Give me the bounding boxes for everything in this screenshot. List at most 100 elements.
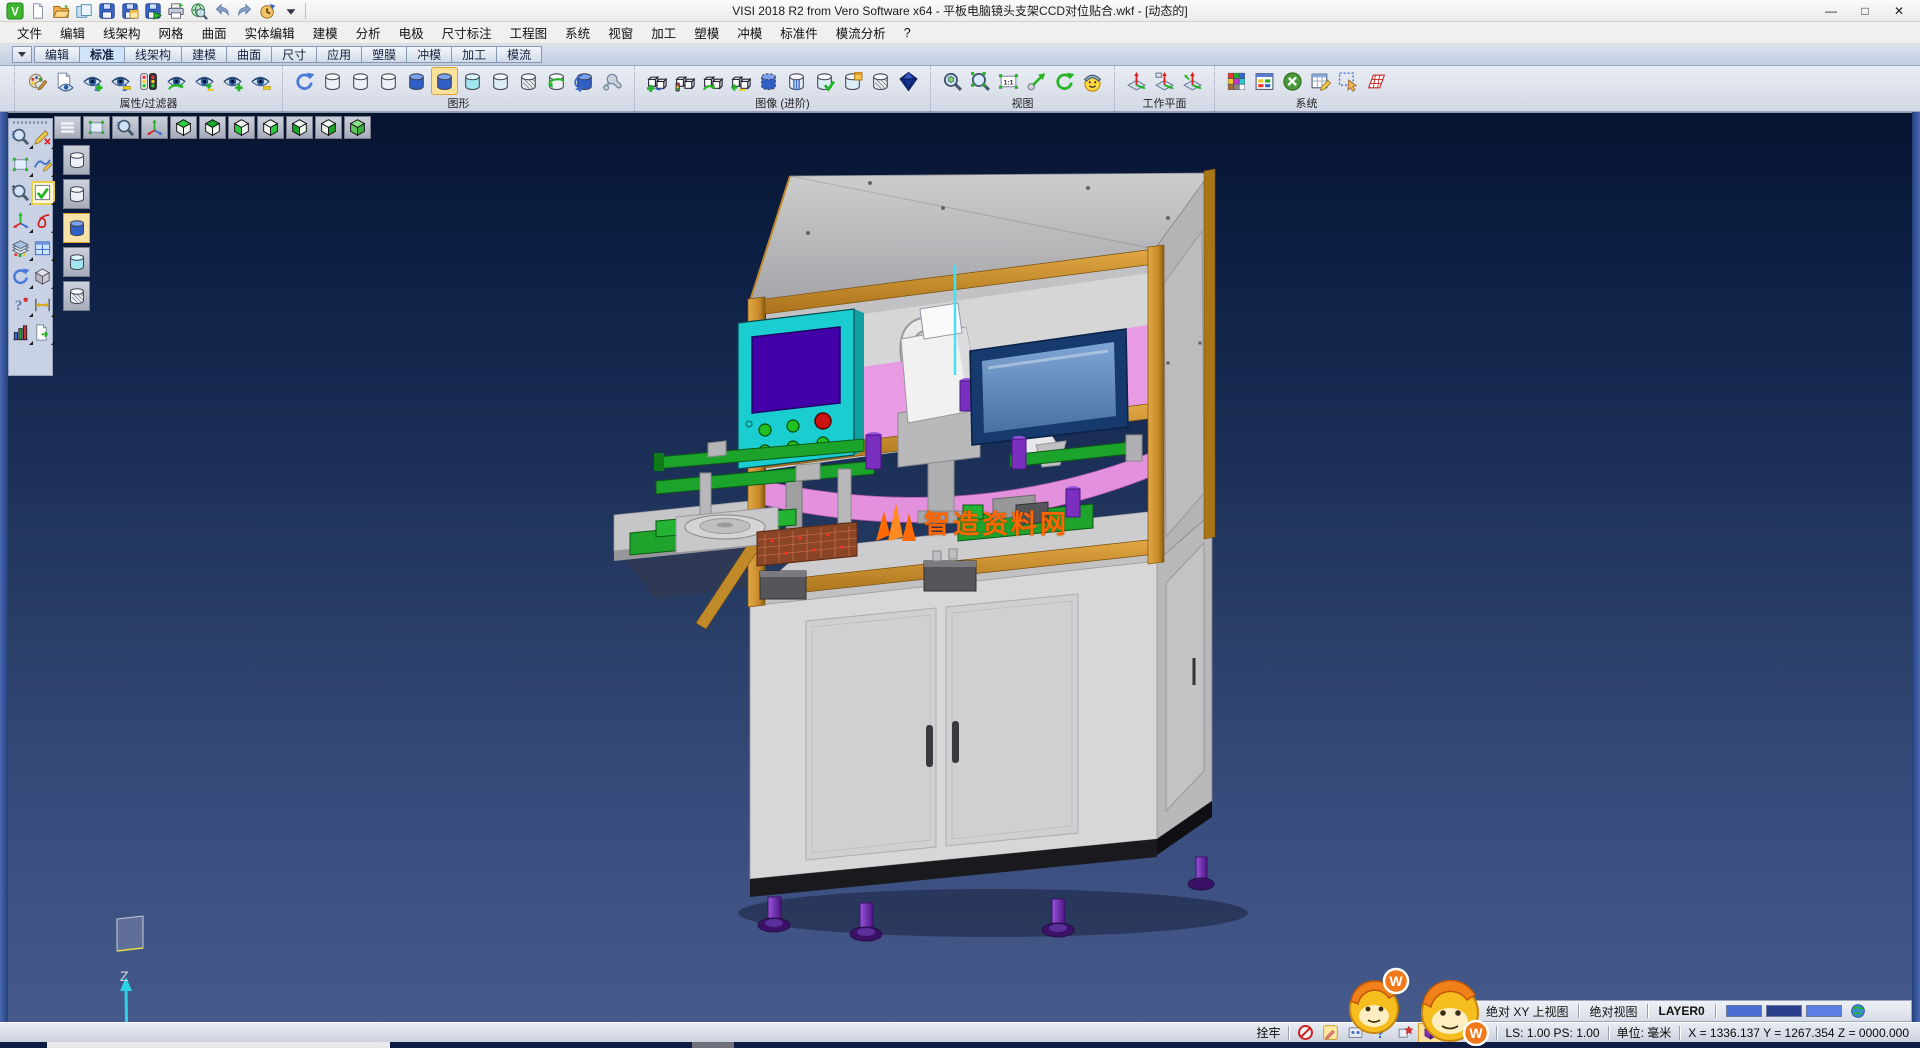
view-bottom[interactable] xyxy=(199,116,226,139)
lock-toggle-button[interactable]: 拴牢 xyxy=(1253,1024,1283,1041)
measure-tool[interactable] xyxy=(33,295,53,315)
show-triad[interactable] xyxy=(141,116,168,139)
dynamic-rotate[interactable] xyxy=(11,211,31,231)
menu-item[interactable]: 尺寸标注 xyxy=(433,20,501,45)
print-button[interactable] xyxy=(165,1,186,21)
layer-color-swatch[interactable] xyxy=(1766,1005,1802,1017)
tab-item[interactable]: 编辑 xyxy=(34,46,79,63)
save-as-button[interactable] xyxy=(119,1,140,21)
undo-button[interactable] xyxy=(211,1,232,21)
tab-item[interactable]: 线架构 xyxy=(124,46,181,63)
globe-icon[interactable] xyxy=(1847,1002,1869,1020)
zoom-window[interactable] xyxy=(968,68,993,94)
menu-item[interactable]: 线架构 xyxy=(94,20,150,45)
tab-item[interactable]: 冲模 xyxy=(406,46,451,63)
menu-item[interactable]: 曲面 xyxy=(193,20,236,45)
menu-item[interactable]: 标准件 xyxy=(771,20,827,45)
menu-item[interactable]: 建模 xyxy=(304,20,347,45)
workplane-entity[interactable] xyxy=(1152,68,1177,94)
style-shaded[interactable] xyxy=(63,213,90,243)
open-file-button[interactable] xyxy=(50,1,71,21)
layer-color-swatch[interactable] xyxy=(1726,1005,1762,1017)
tab-item[interactable]: 加工 xyxy=(451,46,496,63)
regenerate-graphics[interactable] xyxy=(292,68,317,94)
tab-item[interactable]: 应用 xyxy=(316,46,361,63)
tab-item[interactable]: 模流 xyxy=(496,46,542,63)
tab-item[interactable]: 尺寸 xyxy=(271,46,316,63)
solid-preview[interactable] xyxy=(33,267,53,287)
display-settings[interactable] xyxy=(1252,68,1277,94)
maximize-button[interactable]: □ xyxy=(1848,1,1882,21)
advanced-refresh[interactable] xyxy=(700,68,725,94)
menu-item[interactable]: 分析 xyxy=(347,20,390,45)
refresh-view[interactable] xyxy=(1052,68,1077,94)
transparent-style[interactable] xyxy=(460,68,485,94)
invert-visibility[interactable] xyxy=(164,68,189,94)
record-lock[interactable] xyxy=(1294,1024,1316,1042)
solid-dynamic[interactable] xyxy=(756,68,781,94)
flat-style[interactable] xyxy=(488,68,513,94)
new-file-button[interactable] xyxy=(27,1,48,21)
view-right[interactable] xyxy=(257,116,284,139)
attribute-table[interactable] xyxy=(1308,68,1333,94)
view-front[interactable] xyxy=(286,116,313,139)
active-layer-label[interactable]: LAYER0 xyxy=(1658,1004,1704,1018)
redo-button[interactable] xyxy=(234,1,255,21)
dynamic-pan[interactable] xyxy=(1024,68,1049,94)
save-all-button[interactable] xyxy=(142,1,163,21)
color-table[interactable] xyxy=(1224,68,1249,94)
style-wireframe[interactable] xyxy=(63,145,90,175)
shaded-edges-style[interactable] xyxy=(432,68,457,94)
hidden-line-style[interactable] xyxy=(348,68,373,94)
tab-item[interactable]: 曲面 xyxy=(226,46,271,63)
advanced-show[interactable] xyxy=(644,68,669,94)
menu-item[interactable]: 视窗 xyxy=(599,20,642,45)
hide-entities[interactable] xyxy=(108,68,133,94)
hide-all[interactable] xyxy=(248,68,273,94)
shaded-style[interactable] xyxy=(404,68,429,94)
viewport-menu[interactable] xyxy=(54,116,81,139)
edit-sketch[interactable] xyxy=(33,127,53,147)
view-left[interactable] xyxy=(228,116,255,139)
menu-item[interactable]: 文件 xyxy=(8,20,51,45)
zoom-one-to-one[interactable]: 1:1 xyxy=(996,68,1021,94)
solid-reference[interactable] xyxy=(840,68,865,94)
customize-quick-access-button[interactable] xyxy=(280,1,301,21)
tab-overflow-button[interactable] xyxy=(12,46,32,63)
advanced-toggle[interactable] xyxy=(728,68,753,94)
advanced-visibility[interactable] xyxy=(672,68,697,94)
export-view[interactable] xyxy=(33,323,53,343)
close-button[interactable]: ✕ xyxy=(1882,1,1916,21)
show-all[interactable] xyxy=(220,68,245,94)
query-entity[interactable]: ? xyxy=(11,295,31,315)
fit-view[interactable] xyxy=(83,116,110,139)
layer-color-swatch[interactable] xyxy=(1806,1005,1842,1017)
zoom-entity[interactable] xyxy=(940,68,965,94)
view-window[interactable] xyxy=(33,239,53,259)
minimize-button[interactable]: — xyxy=(1814,1,1848,21)
copy-attributes[interactable] xyxy=(52,68,77,94)
menu-item[interactable]: 电极 xyxy=(390,20,433,45)
regenerate-solids[interactable] xyxy=(544,68,569,94)
system-settings[interactable] xyxy=(1280,68,1305,94)
graphic-options[interactable] xyxy=(600,68,625,94)
workplane-view[interactable] xyxy=(1180,68,1205,94)
confirm-selection[interactable] xyxy=(33,183,53,203)
copy-graphics[interactable] xyxy=(572,68,597,94)
viewport-3d[interactable]: Z Y X 智造资料网 xyxy=(8,112,1912,1022)
wireframe-style[interactable] xyxy=(320,68,345,94)
statistics-view[interactable] xyxy=(11,323,31,343)
shading-options[interactable] xyxy=(1080,68,1105,94)
render-mode[interactable] xyxy=(896,68,921,94)
selection-box[interactable] xyxy=(11,155,31,175)
menu-item[interactable]: ? xyxy=(895,23,920,43)
menu-item[interactable]: 编辑 xyxy=(51,20,94,45)
menu-item[interactable]: 系统 xyxy=(556,20,599,45)
tab-item[interactable]: 塑膜 xyxy=(361,46,406,63)
regen-view[interactable] xyxy=(11,267,31,287)
tab-active[interactable]: 标准 xyxy=(79,46,124,63)
modify-attributes[interactable] xyxy=(24,68,49,94)
toggle-visibility[interactable] xyxy=(192,68,217,94)
dynamic-zoom[interactable] xyxy=(11,127,31,147)
ghost-style[interactable] xyxy=(376,68,401,94)
